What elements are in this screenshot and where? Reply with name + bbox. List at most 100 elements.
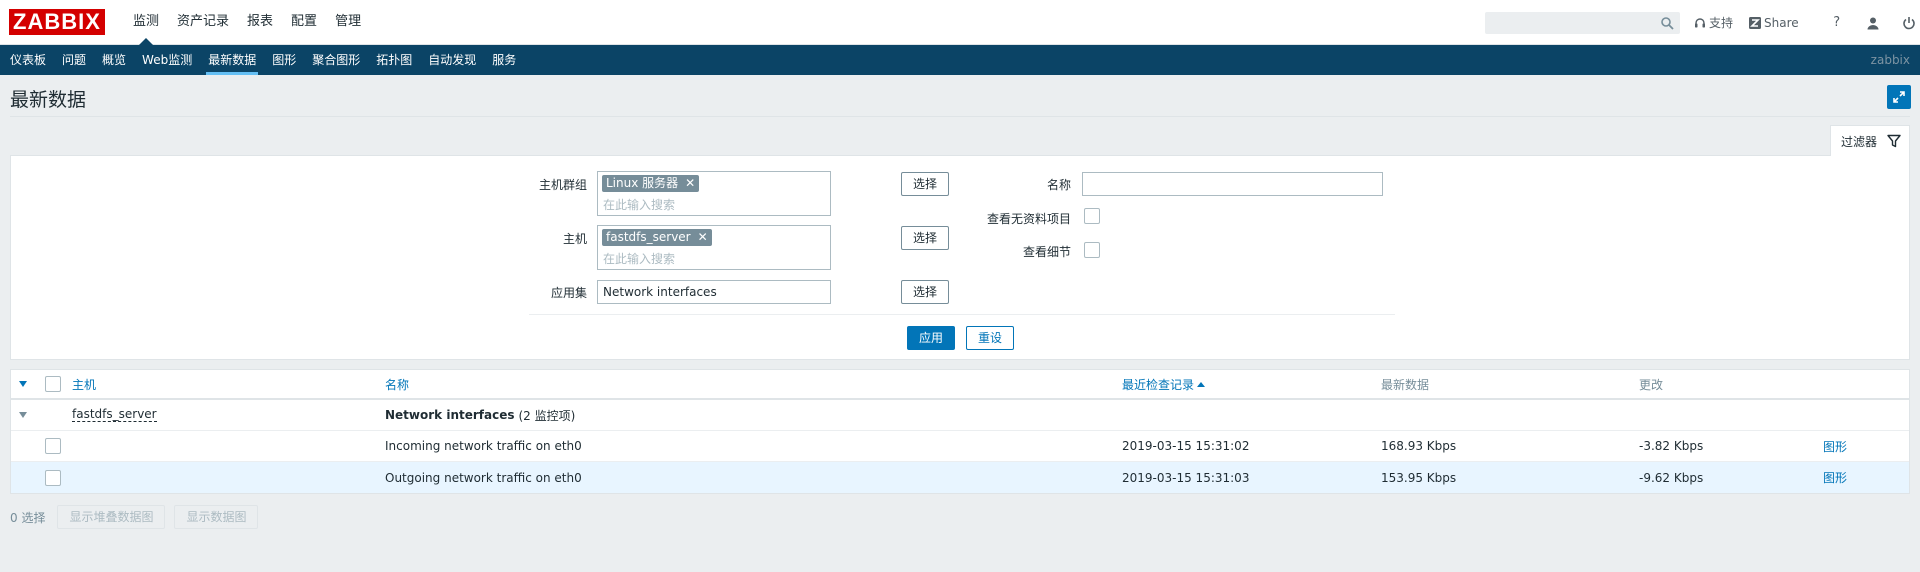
zabbix-logo[interactable]: ZABBIX <box>9 9 105 35</box>
reset-button[interactable]: 重设 <box>966 326 1014 350</box>
host-group-tag-label: Linux 服务器 <box>606 176 679 190</box>
item-change: -3.82 Kbps <box>1639 439 1704 453</box>
host-select-button[interactable]: 选择 <box>901 226 949 250</box>
host-search-placeholder[interactable]: 在此输入搜索 <box>603 250 675 267</box>
sub-nav-discovery[interactable]: 自动发现 <box>420 45 484 75</box>
table-header-row: 主机 名称 最近检查记录 最新数据 更改 <box>11 370 1909 400</box>
sub-nav-maps[interactable]: 拓扑图 <box>368 45 420 75</box>
main-nav-monitoring[interactable]: 监测 <box>124 0 168 45</box>
caret-down-icon <box>19 381 27 387</box>
item-graph-link[interactable]: 图形 <box>1823 431 1847 461</box>
sub-nav-dashboard[interactable]: 仪表板 <box>0 45 54 75</box>
show-no-data-label: 查看无资料项目 <box>986 212 1071 226</box>
host-group-multiselect[interactable]: Linux 服务器 ✕ 在此输入搜索 <box>597 171 831 216</box>
show-details-label: 查看细节 <box>1022 245 1071 259</box>
user-profile-button[interactable] <box>1863 13 1883 33</box>
show-stacked-graph-button[interactable]: 显示堆叠数据图 <box>57 505 166 529</box>
collapse-group-toggle[interactable] <box>19 400 27 430</box>
header-last-check-wrap[interactable]: 最近检查记录 <box>1122 370 1206 398</box>
main-nav-administration[interactable]: 管理 <box>326 0 370 45</box>
show-graph-button[interactable]: 显示数据图 <box>174 505 259 529</box>
header-host[interactable]: 主机 <box>72 370 96 398</box>
filter-divider <box>529 314 1395 315</box>
show-no-data-checkbox[interactable] <box>1084 208 1100 224</box>
name-input[interactable] <box>1082 172 1383 196</box>
table-row: Outgoing network traffic on eth0 2019-03… <box>11 462 1909 493</box>
current-user: zabbix <box>1870 53 1910 67</box>
share-link[interactable]: Share <box>1749 16 1799 30</box>
remove-tag-icon[interactable]: ✕ <box>698 229 708 246</box>
item-last-value: 153.95 Kbps <box>1381 470 1457 485</box>
app-name: Network interfaces <box>385 408 515 422</box>
sort-asc-icon <box>1197 381 1206 387</box>
sub-nav-overview[interactable]: 概览 <box>94 45 134 75</box>
headset-icon <box>1695 17 1705 27</box>
row-checkbox[interactable] <box>45 438 61 454</box>
host-multiselect[interactable]: fastdfs_server ✕ 在此输入搜索 <box>597 225 831 270</box>
global-search-input[interactable] <box>1486 13 1679 33</box>
application-select-button[interactable]: 选择 <box>901 280 949 304</box>
sub-nav-screens[interactable]: 聚合图形 <box>304 45 368 75</box>
host-group-select-button[interactable]: 选择 <box>901 172 949 196</box>
item-name: Incoming network traffic on eth0 <box>385 439 582 453</box>
host-label: 主机 <box>562 232 587 246</box>
sign-out-button[interactable] <box>1899 13 1919 33</box>
selected-count: 0 选择 <box>10 510 46 525</box>
item-change: -9.62 Kbps <box>1639 470 1704 485</box>
funnel-icon <box>1887 134 1901 148</box>
application-input[interactable]: Network interfaces <box>597 280 831 304</box>
table-footer-actions: 0 选择 显示堆叠数据图 显示数据图 <box>10 505 267 529</box>
application-label: 应用集 <box>550 286 587 300</box>
support-label: 支持 <box>1709 16 1734 30</box>
header-last-check[interactable]: 最近检查记录 <box>1122 376 1194 393</box>
search-icon[interactable] <box>1660 16 1674 30</box>
top-header: ZABBIX 监测 资产记录 报表 配置 管理 支持 Share ? <box>0 0 1920 45</box>
app-group-label: Network interfaces (2 监控项) <box>385 400 575 430</box>
main-nav-inventory[interactable]: 资产记录 <box>168 0 238 45</box>
header-last-value: 最新数据 <box>1381 377 1430 392</box>
support-link[interactable]: 支持 <box>1694 14 1733 31</box>
host-tag: fastdfs_server ✕ <box>602 229 712 246</box>
header-divider <box>10 116 1910 117</box>
host-group-search-placeholder[interactable]: 在此输入搜索 <box>603 196 675 213</box>
host-link[interactable]: fastdfs_server <box>72 408 157 422</box>
remove-tag-icon[interactable]: ✕ <box>685 175 695 192</box>
header-name[interactable]: 名称 <box>385 370 409 398</box>
page-title: 最新数据 <box>10 89 87 111</box>
share-z-icon <box>1749 16 1762 29</box>
fullscreen-icon <box>1893 91 1905 103</box>
table-row: Incoming network traffic on eth0 2019-03… <box>11 431 1909 462</box>
show-details-checkbox[interactable] <box>1084 242 1100 258</box>
filter-tab[interactable]: 过滤器 <box>1830 125 1910 156</box>
header-change: 更改 <box>1639 377 1664 392</box>
item-graph-link[interactable]: 图形 <box>1823 462 1847 493</box>
sub-nav-web[interactable]: Web监测 <box>134 45 200 75</box>
main-nav-configuration[interactable]: 配置 <box>282 0 326 45</box>
main-nav: 监测 资产记录 报表 配置 管理 <box>124 0 370 45</box>
fullscreen-button[interactable] <box>1887 85 1911 109</box>
row-checkbox[interactable] <box>45 469 61 486</box>
user-icon <box>1867 17 1879 29</box>
main-nav-reports[interactable]: 报表 <box>238 0 282 45</box>
help-button[interactable]: ? <box>1827 13 1847 33</box>
share-label: Share <box>1764 15 1799 30</box>
filter-panel: 主机群组 Linux 服务器 ✕ 在此输入搜索 选择 主机 fastdfs_se… <box>10 155 1910 360</box>
sub-nav: 仪表板 问题 概览 Web监测 最新数据 图形 聚合图形 拓扑图 自动发现 服务… <box>0 45 1920 75</box>
item-last-value: 168.93 Kbps <box>1381 439 1457 453</box>
collapse-all-toggle[interactable] <box>19 370 27 398</box>
sub-nav-services[interactable]: 服务 <box>484 45 524 75</box>
sub-nav-problems[interactable]: 问题 <box>54 45 94 75</box>
host-tag-label: fastdfs_server <box>606 230 691 244</box>
host-group-label: 主机群组 <box>538 178 587 192</box>
page-header: 最新数据 <box>0 75 1920 117</box>
item-last-check: 2019-03-15 15:31:03 <box>1122 470 1250 485</box>
select-all-checkbox[interactable] <box>45 376 61 392</box>
item-last-check: 2019-03-15 15:31:02 <box>1122 439 1250 453</box>
app-item-count: (2 监控项) <box>518 408 576 423</box>
host-group-tag: Linux 服务器 ✕ <box>602 175 700 192</box>
sub-nav-graphs[interactable]: 图形 <box>264 45 304 75</box>
sub-nav-latest-data[interactable]: 最新数据 <box>200 45 264 75</box>
help-icon: ? <box>1833 15 1841 30</box>
apply-button[interactable]: 应用 <box>907 326 955 350</box>
name-label: 名称 <box>1046 178 1071 192</box>
